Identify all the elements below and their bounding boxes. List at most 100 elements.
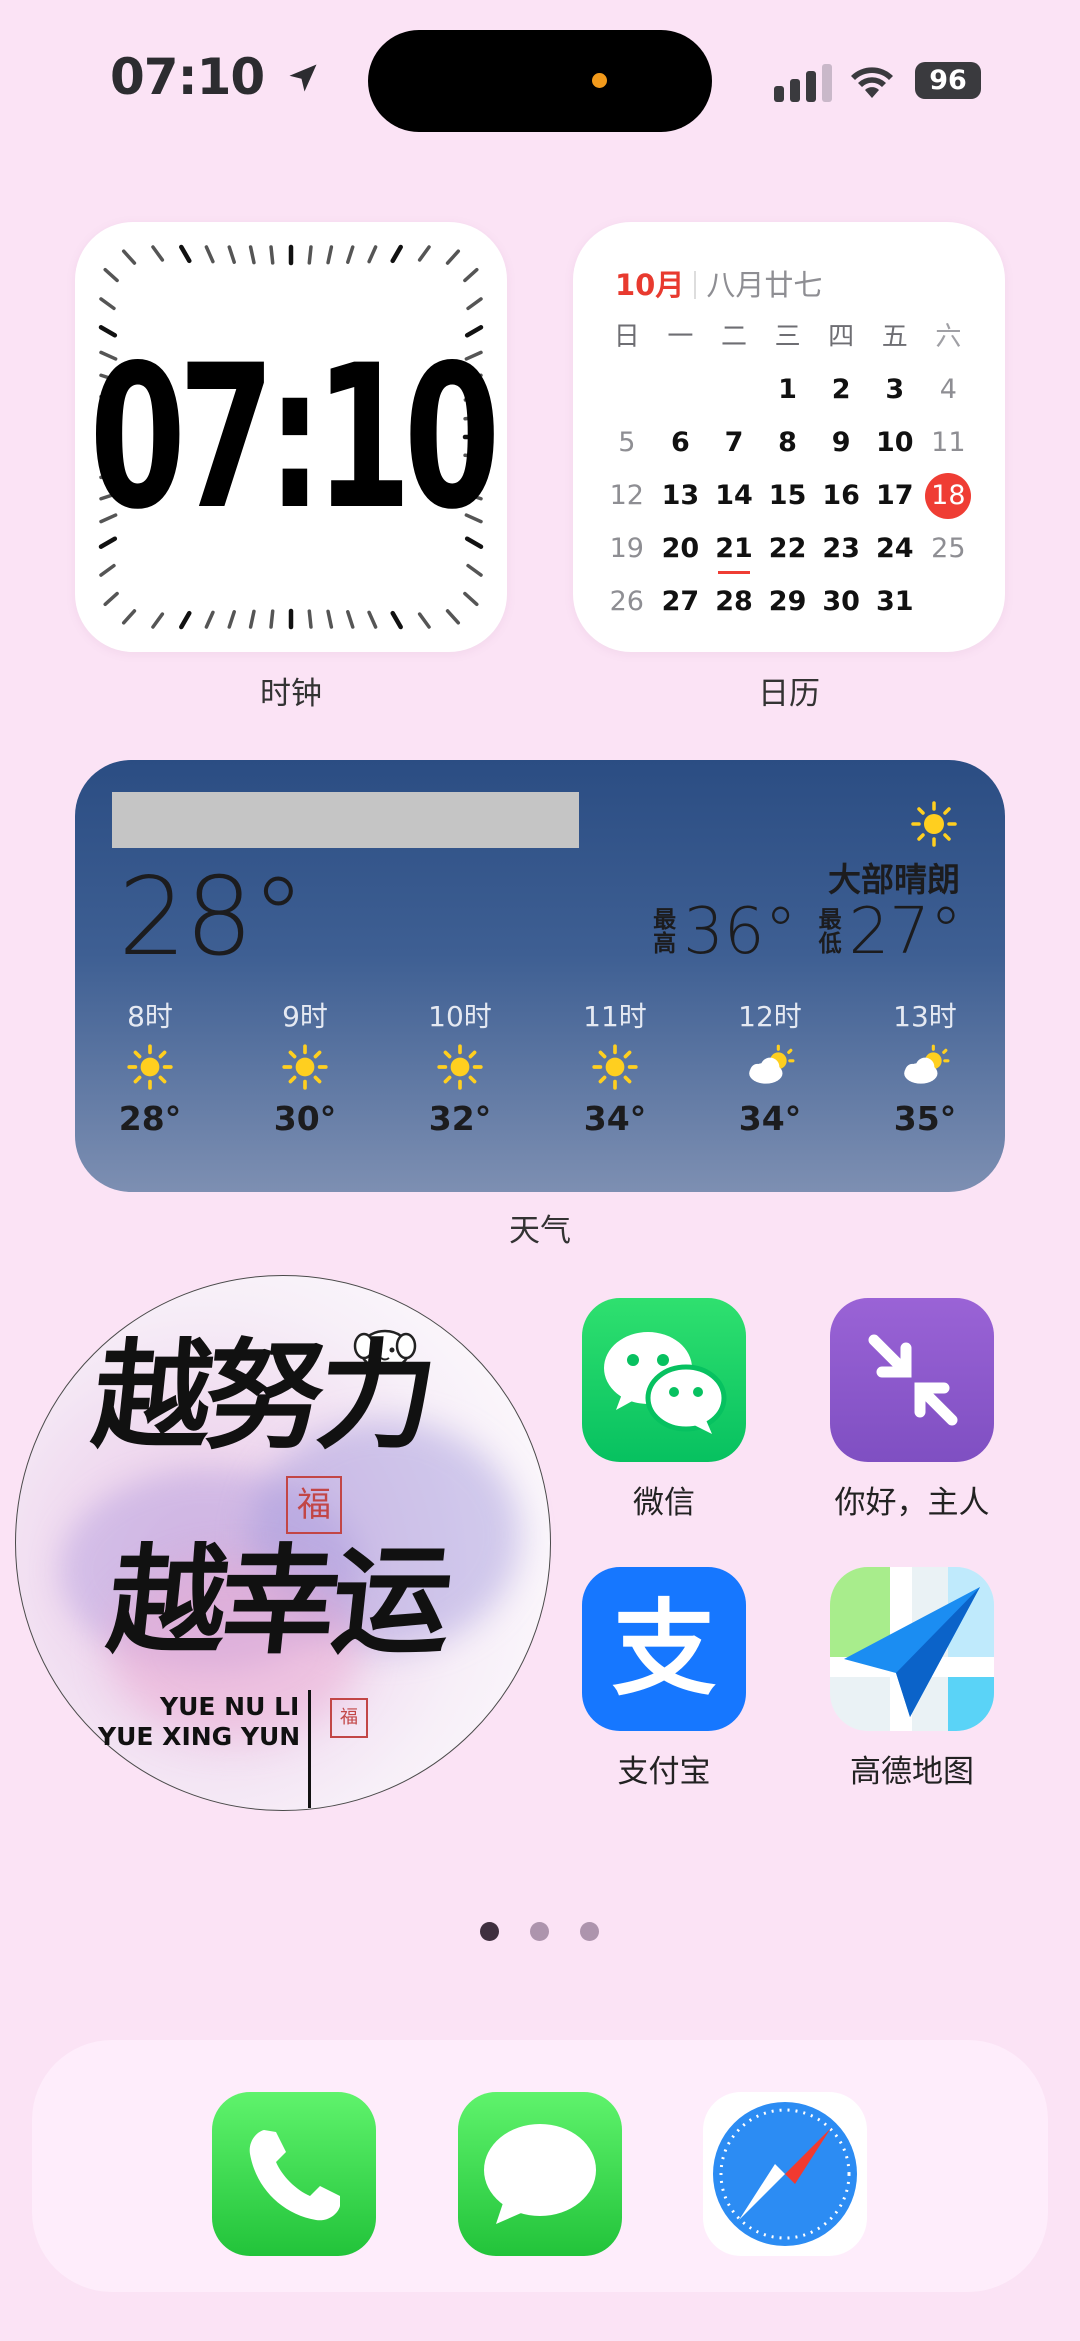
sun-icon bbox=[127, 1044, 173, 1090]
calendar-weekday: 日 bbox=[613, 321, 640, 352]
app-label-amap[interactable]: 高德地图 bbox=[792, 1746, 1032, 1791]
dock-messages[interactable] bbox=[458, 2092, 622, 2256]
calendar-day: 16 bbox=[822, 479, 860, 511]
compass-icon bbox=[713, 2102, 857, 2246]
app-alipay[interactable]: 支 bbox=[582, 1567, 746, 1731]
calendar-day: 13 bbox=[661, 479, 700, 511]
forecast-icon-wrap bbox=[90, 1035, 210, 1099]
page-dot-1[interactable] bbox=[480, 1922, 499, 1941]
calendar-day: 3 bbox=[885, 373, 905, 405]
calendar-week-row: 日一二三四五六 bbox=[600, 310, 980, 363]
high-temperature: 36° bbox=[683, 895, 797, 969]
app-label-alipay[interactable]: 支付宝 bbox=[544, 1746, 784, 1791]
forecast-temperature: 35° bbox=[893, 1099, 957, 1138]
calendar-header: 10月 八月廿七 bbox=[615, 262, 822, 304]
calendar-day: 20 bbox=[661, 532, 700, 564]
sun-icon bbox=[911, 801, 957, 847]
forecast-icon-wrap bbox=[555, 1035, 675, 1099]
battery-level-text: 96 bbox=[929, 65, 967, 96]
calendar-day: 25 bbox=[931, 532, 966, 564]
battery-indicator: 96 bbox=[915, 62, 981, 99]
calendar-day: 31 bbox=[875, 585, 914, 617]
app-amap[interactable] bbox=[830, 1567, 994, 1731]
sun-icon bbox=[437, 1044, 483, 1090]
hourly-forecast-item: 8时 28° bbox=[90, 995, 210, 1138]
dock-phone[interactable] bbox=[212, 2092, 376, 2256]
calendar-week-row: 12 13 14 15 16 17 18 bbox=[600, 469, 980, 522]
page-indicator[interactable] bbox=[480, 1922, 599, 1941]
calendar-day: 24 bbox=[875, 532, 914, 564]
cellular-signal-icon bbox=[774, 64, 832, 102]
clock-tick bbox=[466, 297, 483, 311]
weather-condition: 大部晴朗 bbox=[828, 860, 960, 899]
clock-widget-label: 时钟 bbox=[260, 676, 322, 712]
app-wechat[interactable] bbox=[582, 1298, 746, 1462]
calendar-day: 21 bbox=[707, 530, 761, 574]
calendar-day: 23 bbox=[822, 532, 860, 564]
calendar-day: 15 bbox=[768, 479, 807, 511]
weather-high-low: 最高 36° 最低 27° bbox=[653, 895, 962, 969]
calendar-weekday: 五 bbox=[881, 321, 908, 352]
app-label-wechat[interactable]: 微信 bbox=[544, 1477, 784, 1522]
forecast-temperature: 28° bbox=[118, 1099, 182, 1138]
photo-subtitle-1: YUE NU LI bbox=[160, 1692, 300, 1721]
hourly-forecast-item: 12时 34° bbox=[710, 995, 830, 1138]
status-time: 07:10 bbox=[110, 48, 321, 106]
calendar-day: 19 bbox=[609, 532, 644, 564]
hourly-forecast-item: 11时 34° bbox=[555, 995, 675, 1138]
clock-tick bbox=[466, 563, 483, 577]
clock-tick bbox=[99, 297, 116, 311]
forecast-icon-wrap bbox=[865, 1035, 985, 1099]
wechat-icon bbox=[604, 1332, 727, 1434]
hourly-forecast-item: 10时 32° bbox=[400, 995, 520, 1138]
page-dot-3[interactable] bbox=[580, 1922, 599, 1941]
dock-safari[interactable] bbox=[703, 2092, 867, 2256]
calendar-day: 4 bbox=[939, 373, 957, 405]
phone-icon bbox=[249, 2130, 340, 2221]
small-seal-stamp: 福 bbox=[330, 1698, 368, 1738]
calendar-day: 9 bbox=[831, 426, 851, 458]
calendar-day: 17 bbox=[875, 479, 914, 511]
photo-subtitle-2: YUE XING YUN bbox=[98, 1722, 301, 1751]
forecast-hour: 9时 bbox=[282, 1000, 328, 1033]
current-temperature: 28° bbox=[118, 855, 305, 980]
clock-tick bbox=[103, 591, 119, 607]
calendar-day: 30 bbox=[822, 585, 860, 617]
low-label: 最低 bbox=[818, 907, 842, 957]
calendar-day: 7 bbox=[724, 426, 744, 458]
calendar-week-row: 1 2 3 4 bbox=[600, 363, 980, 416]
calendar-day: 12 bbox=[609, 479, 644, 511]
app-label-assistant[interactable]: 你好，主人 bbox=[792, 1477, 1032, 1522]
calendar-week-row: 5 6 7 8 9 10 11 bbox=[600, 416, 980, 469]
forecast-temperature: 34° bbox=[583, 1099, 647, 1138]
forecast-hour: 8时 bbox=[127, 1000, 173, 1033]
forecast-hour: 11时 bbox=[583, 1000, 647, 1033]
forecast-hour: 12时 bbox=[738, 1000, 802, 1033]
dynamic-island bbox=[368, 30, 712, 132]
clock-tick bbox=[463, 267, 479, 283]
sun-icon bbox=[282, 1044, 328, 1090]
forecast-temperature: 34° bbox=[738, 1099, 802, 1138]
calendar-week-row: 26 27 28 29 30 31 bbox=[600, 575, 980, 628]
calendar-weekday: 三 bbox=[774, 321, 801, 352]
hourly-forecast-item: 9时 30° bbox=[245, 995, 365, 1138]
status-time-text: 07:10 bbox=[110, 48, 265, 106]
calendar-day: 26 bbox=[609, 585, 644, 617]
calendar-day: 18 bbox=[922, 472, 976, 519]
forecast-icon-wrap bbox=[710, 1035, 830, 1099]
calendar-day: 11 bbox=[931, 426, 966, 458]
calendar-day: 28 bbox=[715, 585, 753, 617]
clock-time: 07:10 bbox=[89, 321, 500, 553]
app-assistant[interactable] bbox=[830, 1298, 994, 1462]
forecast-icon-wrap bbox=[400, 1035, 520, 1099]
forecast-hour: 13时 bbox=[893, 1000, 957, 1033]
svg-text:支: 支 bbox=[612, 1588, 716, 1710]
calendar-day: 6 bbox=[670, 426, 690, 458]
page-dot-2[interactable] bbox=[530, 1922, 549, 1941]
calendar-day: 1 bbox=[778, 373, 797, 405]
calendar-day: 10 bbox=[875, 426, 914, 458]
forecast-hour: 10时 bbox=[428, 1000, 492, 1033]
privacy-indicator-dot bbox=[592, 73, 607, 88]
location-arrow-icon bbox=[289, 64, 317, 92]
calendar-day: 29 bbox=[768, 585, 807, 617]
